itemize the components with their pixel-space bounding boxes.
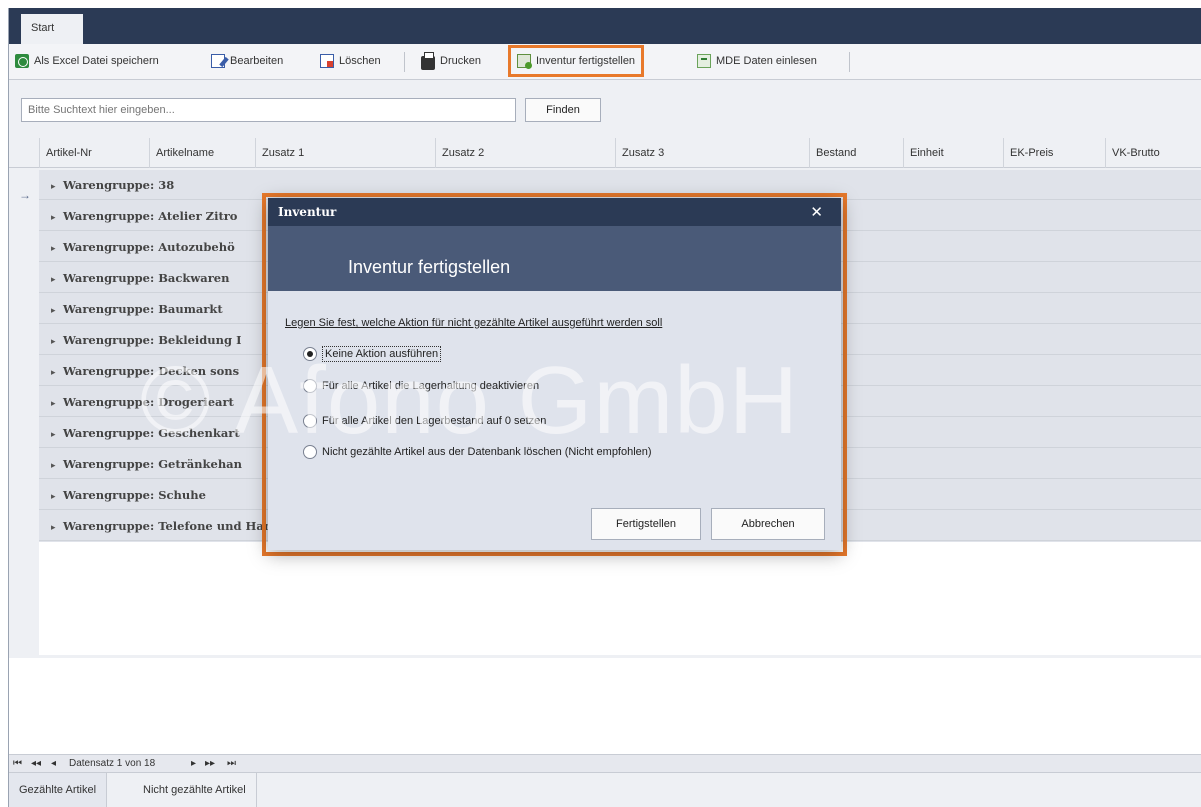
current-row-indicator: →	[19, 188, 31, 202]
expand-caret-icon[interactable]: ▸	[51, 203, 63, 233]
tab-start[interactable]: Start	[21, 14, 83, 44]
finish-inventory-button[interactable]: Inventur fertigstellen	[507, 45, 645, 77]
expand-caret-icon[interactable]: ▸	[51, 482, 63, 512]
dialog-title: Inventur	[278, 205, 337, 219]
group-label: Warengruppe: Baumarkt	[63, 302, 223, 316]
radio-button[interactable]	[303, 445, 317, 459]
column-header-zusatz-3[interactable]: Zusatz 3	[615, 138, 809, 168]
radio-delete-articles[interactable]: Nicht gezählte Artikel aus der Datenbank…	[303, 442, 652, 462]
edit-label: Bearbeiten	[230, 55, 284, 67]
search-input[interactable]	[21, 98, 516, 122]
toolbar-separator	[404, 52, 405, 72]
delete-icon	[320, 54, 334, 68]
delete-button[interactable]: Löschen	[316, 50, 385, 72]
group-label: Warengruppe: 38	[63, 178, 175, 192]
group-label: Warengruppe: Backwaren	[63, 271, 230, 285]
confirm-button[interactable]: Fertigstellen	[591, 508, 701, 540]
edit-icon	[211, 54, 225, 68]
dialog-header: Inventur fertigstellen	[268, 226, 841, 291]
radio-button[interactable]	[303, 414, 317, 428]
radio-stock-zero[interactable]: Für alle Artikel den Lagerbestand auf 0 …	[303, 411, 546, 431]
tab-counted-articles[interactable]: Gezählte Artikel	[9, 773, 108, 807]
next-record-icon[interactable]: ▸	[191, 755, 196, 773]
expand-caret-icon[interactable]: ▸	[51, 451, 63, 481]
group-label: Warengruppe: Getränkehan	[63, 457, 242, 471]
dialog-title-bar: Inventur ✕	[268, 198, 841, 226]
grid-empty-area	[39, 542, 1201, 655]
prev-page-icon[interactable]: ◂◂	[31, 755, 41, 773]
bottom-tab-bar: Gezählte Artikel Nicht gezählte Artikel	[9, 772, 1201, 807]
group-label: Warengruppe: Drogerieart	[63, 395, 234, 409]
print-label: Drucken	[440, 55, 481, 67]
first-record-icon[interactable]: ⏮	[13, 755, 22, 773]
toolbar: Als Excel Datei speichern Bearbeiten Lös…	[9, 44, 1201, 80]
group-label: Warengruppe: Bekleidung I	[63, 333, 242, 347]
group-label: Warengruppe: Atelier Zitro	[63, 209, 238, 223]
ribbon-tab-strip: Start	[9, 8, 1201, 44]
radio-label: Nicht gezählte Artikel aus der Datenbank…	[322, 446, 652, 458]
mde-import-button[interactable]: MDE Daten einlesen	[693, 50, 821, 72]
find-button[interactable]: Finden	[525, 98, 601, 122]
expand-caret-icon[interactable]: ▸	[51, 296, 63, 326]
expand-caret-icon[interactable]: ▸	[51, 327, 63, 357]
close-icon[interactable]: ✕	[810, 203, 823, 221]
group-label: Warengruppe: Schuhe	[63, 488, 206, 502]
tab-uncounted-articles[interactable]: Nicht gezählte Artikel	[133, 773, 257, 807]
column-header-artikelname[interactable]: Artikelname	[149, 138, 255, 168]
radio-button[interactable]	[303, 379, 317, 393]
column-header-ek-preis[interactable]: EK-Preis	[1003, 138, 1105, 168]
radio-button[interactable]	[303, 347, 317, 361]
grid-empty-area	[9, 658, 1201, 754]
next-page-icon[interactable]: ▸▸	[205, 755, 215, 773]
expand-caret-icon[interactable]: ▸	[51, 265, 63, 295]
dialog-instruction: Legen Sie fest, welche Aktion für nicht …	[285, 317, 663, 329]
expand-caret-icon[interactable]: ▸	[51, 358, 63, 388]
column-header-bestand[interactable]: Bestand	[809, 138, 903, 168]
column-header-zusatz-1[interactable]: Zusatz 1	[255, 138, 435, 168]
column-header-vk-brutto[interactable]: VK-Brutto	[1105, 138, 1201, 168]
mde-icon	[697, 54, 711, 68]
column-header-artikel-nr[interactable]: Artikel-Nr	[39, 138, 149, 168]
save-excel-button[interactable]: Als Excel Datei speichern	[11, 50, 163, 72]
expand-caret-icon[interactable]: ▸	[51, 234, 63, 264]
finish-inventory-label: Inventur fertigstellen	[536, 55, 636, 67]
last-record-icon[interactable]: ⏭	[227, 755, 236, 773]
record-counter: Datensatz 1 von 18	[69, 758, 156, 769]
group-label: Warengruppe: Autozubehö	[63, 240, 235, 254]
radio-disable-stock[interactable]: Für alle Artikel die Lagerhaltung deakti…	[303, 376, 539, 396]
inventory-icon	[517, 54, 532, 69]
dialog-heading: Inventur fertigstellen	[348, 257, 511, 277]
expand-caret-icon[interactable]: ▸	[51, 172, 63, 202]
group-label: Warengruppe: Telefone und Handys	[63, 519, 294, 533]
toolbar-separator	[849, 52, 850, 72]
grid-header: Artikel-Nr Artikelname Zusatz 1 Zusatz 2…	[9, 138, 1201, 168]
inventory-dialog: Inventur ✕ Inventur fertigstellen Legen …	[268, 198, 841, 550]
column-header-einheit[interactable]: Einheit	[903, 138, 1003, 168]
print-icon	[421, 51, 435, 70]
expand-caret-icon[interactable]: ▸	[51, 420, 63, 450]
group-label: Warengruppe: Decken sons	[63, 364, 240, 378]
mde-import-label: MDE Daten einlesen	[716, 55, 817, 67]
column-header-zusatz-2[interactable]: Zusatz 2	[435, 138, 615, 168]
radio-label: Für alle Artikel die Lagerhaltung deakti…	[322, 380, 540, 392]
group-label: Warengruppe: Geschenkart	[63, 426, 240, 440]
print-button[interactable]: Drucken	[417, 50, 485, 72]
cancel-button[interactable]: Abbrechen	[711, 508, 825, 540]
radio-label: Für alle Artikel den Lagerbestand auf 0 …	[322, 415, 547, 427]
expand-caret-icon[interactable]: ▸	[51, 389, 63, 419]
radio-label: Keine Aktion ausführen	[322, 346, 442, 362]
record-navigator: ⏮ ◂◂ ◂ Datensatz 1 von 18 ▸ ▸▸ ⏭	[9, 754, 1201, 772]
expand-caret-icon[interactable]: ▸	[51, 513, 63, 543]
radio-no-action[interactable]: Keine Aktion ausführen	[303, 344, 442, 364]
delete-label: Löschen	[339, 55, 381, 67]
prev-record-icon[interactable]: ◂	[51, 755, 56, 773]
edit-button[interactable]: Bearbeiten	[207, 50, 287, 72]
save-excel-label: Als Excel Datei speichern	[34, 55, 159, 67]
excel-icon	[15, 54, 29, 68]
